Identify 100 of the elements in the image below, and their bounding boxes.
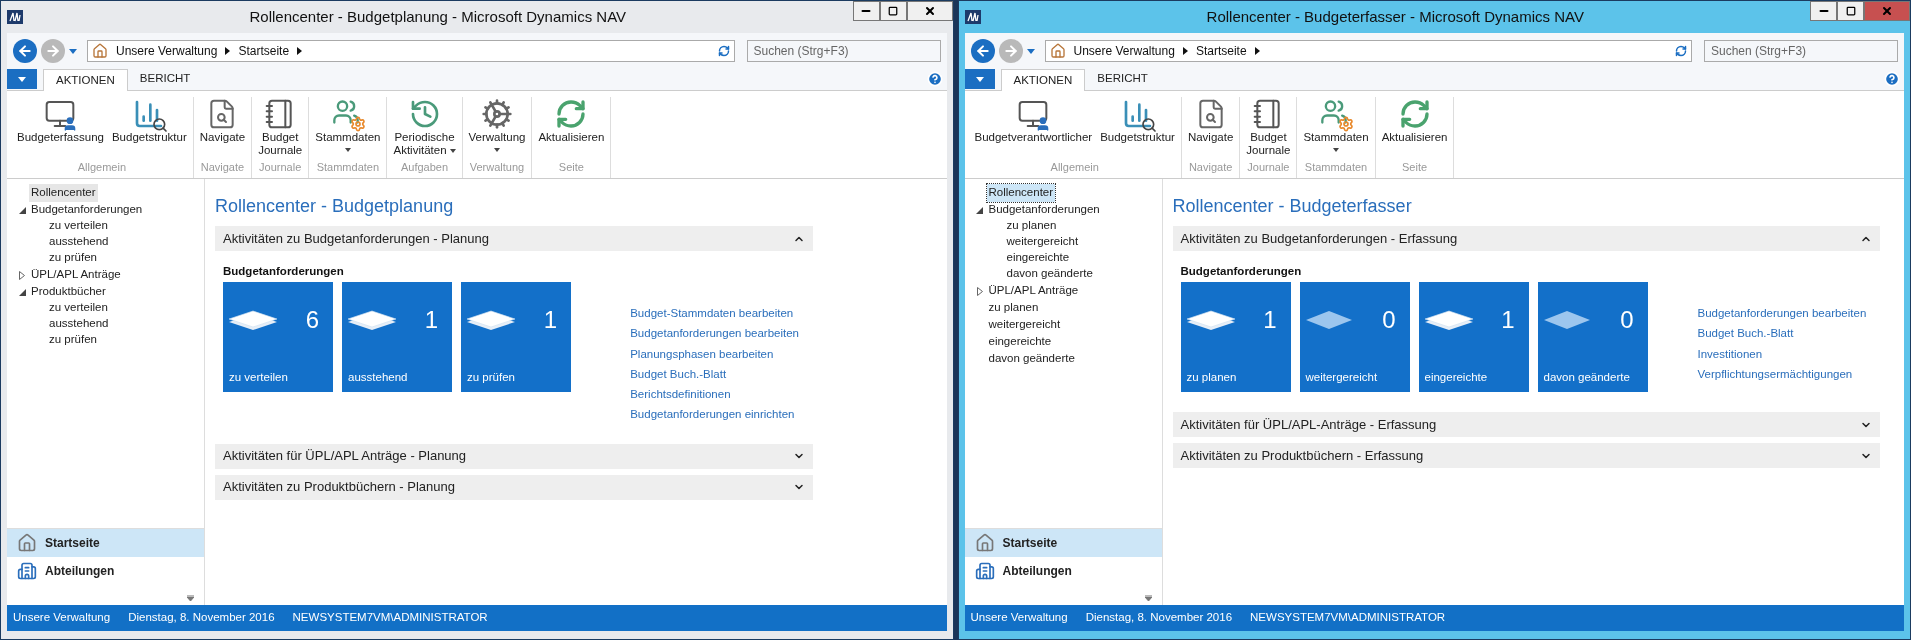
cue-tile[interactable]: 1 zu planen (1180, 282, 1291, 393)
section-header[interactable]: Aktivitäten zu Budgetanforderungen - Erfassung (1172, 226, 1881, 251)
ribbon-button[interactable]: Navigate (195, 97, 250, 159)
cue-tile[interactable]: 1 ausstehend (342, 282, 452, 393)
breadcrumb-link[interactable]: Startseite (1195, 42, 1247, 60)
nav-tree-item[interactable]: zu prüfen (47, 331, 99, 349)
ribbon-button[interactable]: Aktualisieren (1377, 97, 1452, 159)
caret-icon[interactable] (1026, 48, 1035, 54)
address-field[interactable]: Unsere Verwaltung Startseite (87, 40, 735, 62)
section-header[interactable]: Aktivitäten zu Produktbüchern - Planung (215, 474, 813, 500)
nav-tree-item[interactable]: davon geänderte (1004, 265, 1095, 283)
section-header[interactable]: Aktivitäten zu Budgetanforderungen - Planung (215, 226, 813, 251)
expander-toggle[interactable] (976, 286, 983, 296)
expander-toggle[interactable] (18, 206, 26, 214)
back-button[interactable] (13, 39, 37, 63)
nav-tree-item[interactable]: Rollencenter (29, 184, 98, 202)
menu-dropdown-button[interactable] (964, 69, 995, 89)
breadcrumb-arrow-icon[interactable] (1182, 47, 1188, 55)
ribbon-tab[interactable]: AKTIONEN (43, 69, 128, 91)
section-header[interactable]: Aktivitäten zu Produktbüchern - Erfassung (1172, 443, 1881, 469)
ribbon-button[interactable]: Verwaltung (464, 97, 530, 159)
address-field[interactable]: Unsere Verwaltung Startseite (1044, 40, 1692, 62)
nav-tree-item[interactable]: davon geänderte (986, 350, 1077, 368)
help-icon[interactable] (926, 71, 943, 87)
action-link[interactable]: Budget-Stammdaten bearbeiten (630, 305, 799, 323)
expander-toggle[interactable] (18, 288, 26, 296)
breadcrumb-link[interactable]: Startseite (238, 42, 290, 60)
nav-tree-item[interactable]: Budgetanforderungen (29, 201, 145, 219)
breadcrumb-link[interactable]: Unsere Verwaltung (1073, 42, 1175, 60)
close-button[interactable] (906, 1, 953, 21)
search-field[interactable]: Suchen (Strg+F3) (746, 40, 941, 62)
refresh-icon[interactable] (1675, 45, 1687, 57)
nav-tree-item[interactable]: zu planen (1004, 217, 1059, 235)
breadcrumb-link[interactable]: Unsere Verwaltung (116, 42, 218, 60)
cue-tile[interactable]: 0 davon geänderte (1537, 282, 1648, 393)
nav-pane-button[interactable]: Startseite (7, 529, 204, 557)
nav-tree-item[interactable]: zu verteilen (47, 217, 110, 235)
cue-tile[interactable]: 1 zu prüfen (461, 282, 571, 393)
ribbon-tab[interactable]: AKTIONEN (1000, 69, 1086, 91)
nav-tree-item[interactable]: Budgetanforderungen (986, 201, 1102, 219)
ribbon-button[interactable]: Budget Journale (254, 97, 307, 159)
nav-pane-button[interactable]: Abteilungen (7, 557, 204, 585)
action-link[interactable]: Budget Buch.-Blatt (1697, 325, 1867, 343)
action-link[interactable]: Budgetanforderungen einrichten (630, 406, 799, 424)
nav-tree-item[interactable]: Produktbücher (29, 283, 108, 301)
ribbon-tab[interactable]: BERICHT (127, 68, 203, 90)
search-field[interactable]: Suchen (Strg+F3) (1704, 40, 1898, 62)
ribbon-button[interactable]: Stammdaten (311, 97, 385, 159)
expander-toggle[interactable] (19, 270, 25, 280)
nav-tree-item[interactable]: weitergereicht (1004, 233, 1081, 251)
minimize-button[interactable] (852, 1, 880, 21)
expander-toggle[interactable] (976, 206, 983, 214)
nav-tree-item[interactable]: eingereichte (1004, 249, 1072, 267)
ribbon-button[interactable]: Stammdaten (1299, 97, 1373, 159)
nav-tree-item[interactable]: Rollencenter (986, 184, 1056, 202)
ribbon-button[interactable]: Aktualisieren (534, 97, 609, 159)
nav-tree-item[interactable]: zu planen (986, 299, 1041, 317)
cue-tile[interactable]: 1 eingereichte (1418, 282, 1529, 393)
overflow-caret-icon[interactable] (1144, 595, 1152, 601)
nav-tree-item[interactable]: zu prüfen (47, 249, 99, 267)
help-icon[interactable] (1884, 71, 1900, 87)
ribbon-button[interactable]: Budgetverantwortlicher (970, 97, 1097, 159)
action-link[interactable]: Berichtsdefinitionen (630, 386, 799, 404)
ribbon-button[interactable]: Budget Journale (1242, 97, 1295, 159)
menu-dropdown-button[interactable] (7, 69, 37, 89)
back-button[interactable] (970, 39, 995, 63)
nav-tree-item[interactable]: ausstehend (47, 315, 111, 333)
nav-pane-button[interactable]: Abteilungen (964, 557, 1162, 585)
maximize-button[interactable] (1837, 1, 1864, 21)
breadcrumb-arrow-icon[interactable] (225, 47, 231, 55)
nav-tree-item[interactable]: ÜPL/APL Anträge (29, 266, 123, 284)
breadcrumb-arrow-icon[interactable] (1254, 47, 1260, 55)
action-link[interactable]: Investitionen (1697, 345, 1867, 363)
maximize-button[interactable] (879, 1, 907, 21)
action-link[interactable]: Planungsphasen bearbeiten (630, 345, 799, 363)
ribbon-button[interactable]: Budgetstruktur (107, 97, 191, 159)
minimize-button[interactable] (1810, 1, 1837, 21)
nav-tree-item[interactable]: ÜPL/APL Anträge (986, 282, 1081, 300)
action-link[interactable]: Budget Buch.-Blatt (630, 365, 799, 383)
nav-tree-item[interactable]: zu verteilen (47, 299, 110, 317)
refresh-icon[interactable] (717, 45, 730, 57)
caret-icon[interactable] (69, 48, 77, 54)
section-header[interactable]: Aktivitäten für ÜPL/APL-Anträge - Erfassung (1172, 412, 1881, 438)
action-link[interactable]: Verpflichtungsermächtigungen (1697, 365, 1867, 383)
ribbon-tab[interactable]: BERICHT (1085, 68, 1160, 90)
nav-tree-item[interactable]: ausstehend (47, 233, 111, 251)
ribbon-button[interactable]: Budgeterfassung (13, 97, 108, 159)
overflow-caret-icon[interactable] (187, 595, 194, 601)
ribbon-button[interactable]: Budgetstruktur (1096, 97, 1179, 159)
ribbon-button[interactable]: Navigate (1183, 97, 1238, 159)
action-link[interactable]: Budgetanforderungen bearbeiten (630, 325, 799, 343)
breadcrumb-arrow-icon[interactable] (297, 47, 303, 55)
nav-tree-item[interactable]: weitergereicht (986, 316, 1063, 334)
nav-pane-button[interactable]: Startseite (964, 529, 1162, 557)
cue-tile[interactable]: 0 weitergereicht (1299, 282, 1410, 393)
section-header[interactable]: Aktivitäten für ÜPL/APL Anträge - Planung (215, 443, 813, 469)
action-link[interactable]: Budgetanforderungen bearbeiten (1697, 305, 1867, 323)
ribbon-button[interactable]: Periodische Aktivitäten (389, 97, 460, 159)
nav-tree-item[interactable]: eingereichte (986, 333, 1054, 351)
cue-tile[interactable]: 6 zu verteilen (223, 282, 333, 393)
